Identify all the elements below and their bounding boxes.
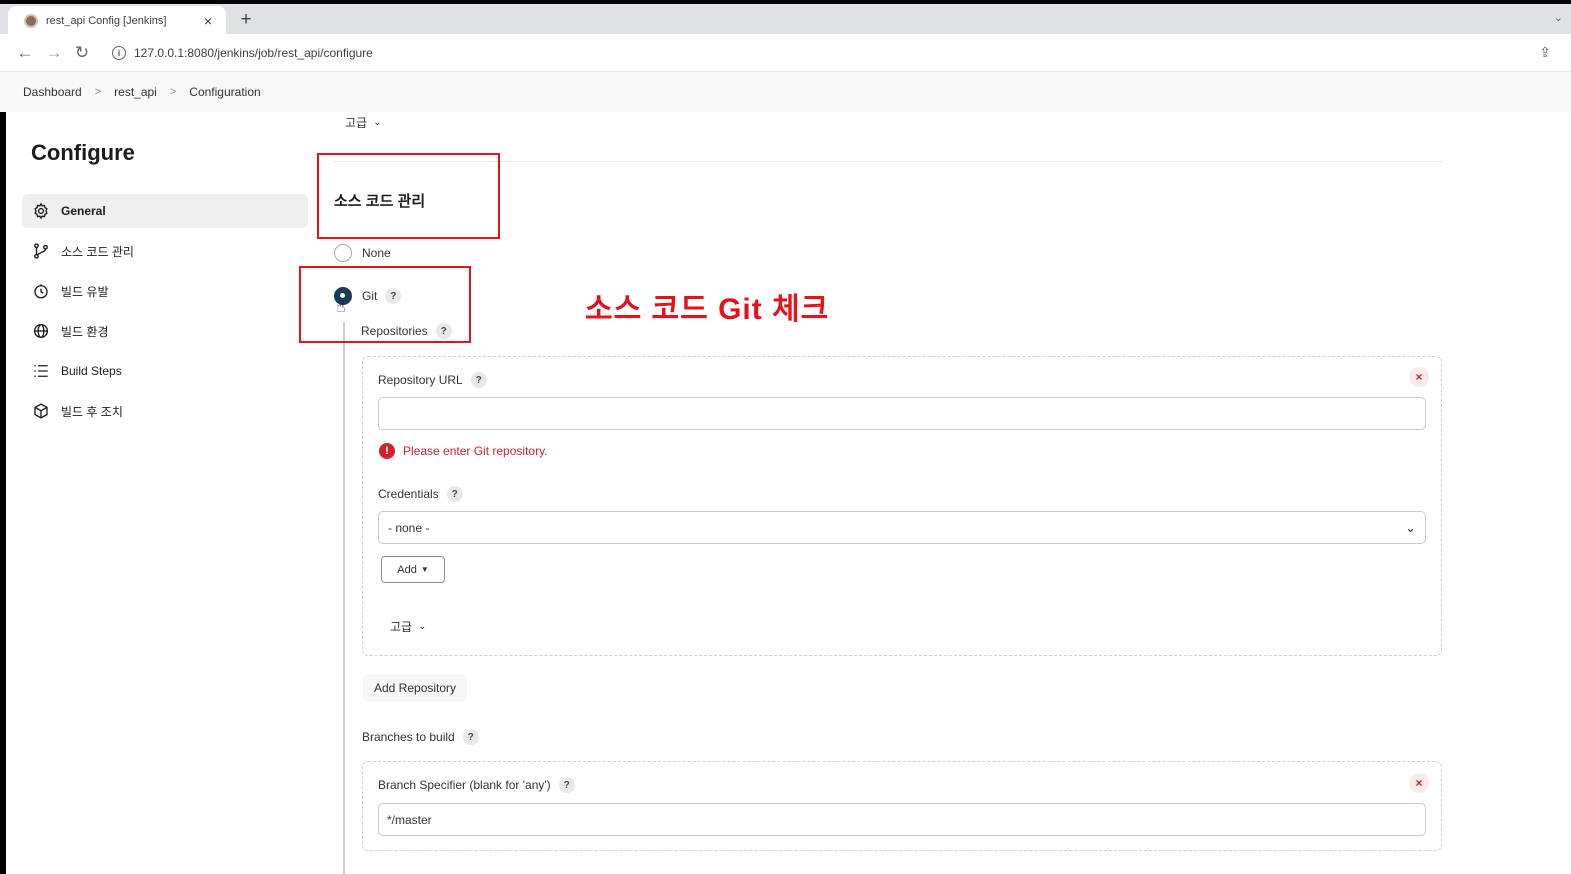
annotation-text: 소스 코드 Git 체크 [585, 293, 830, 326]
address-bar: ← → ↻ i 127.0.0.1:8080/jenkins/job/rest_… [0, 34, 1571, 72]
globe-icon [32, 322, 50, 340]
page-title: Configure [31, 140, 135, 165]
breadcrumb-job[interactable]: rest_api [114, 85, 157, 99]
advanced-label: 고급 [345, 116, 368, 130]
sidebar-item-scm[interactable]: 소스 코드 관리 [22, 234, 308, 268]
branch-specifier-label-text: Branch Specifier (blank for 'any') [378, 778, 551, 792]
breadcrumb-configuration[interactable]: Configuration [189, 85, 260, 99]
package-icon [32, 402, 50, 420]
config-sidebar: General 소스 코드 관리 빌드 유발 빌드 환경 Build Steps… [22, 194, 308, 434]
annotation-box-git-option [299, 266, 471, 343]
chevron-down-icon: ⌄ [373, 117, 382, 128]
branch-icon [32, 242, 50, 260]
credentials-selected-value: - none - [388, 520, 430, 535]
branch-specifier-input[interactable]: */master [378, 803, 1426, 836]
radio-none[interactable] [334, 244, 352, 262]
repo-url-label: Repository URL ? [378, 372, 487, 388]
error-icon: ! [379, 443, 395, 459]
gear-icon [32, 202, 50, 220]
sidebar-item-build-steps[interactable]: Build Steps [22, 354, 308, 388]
url-text[interactable]: 127.0.0.1:8080/jenkins/job/rest_api/conf… [134, 46, 373, 60]
tab-list-icon[interactable]: ⌄ [1554, 11, 1563, 24]
tab-close-icon[interactable]: × [200, 13, 216, 29]
add-credentials-button[interactable]: Add ▼ [381, 556, 445, 583]
timer-icon [32, 282, 50, 300]
advanced-toggle-general[interactable]: 고급 ⌄ [335, 110, 391, 135]
chevron-down-icon: ⌄ [1405, 519, 1416, 535]
sidebar-item-label: 빌드 유발 [61, 284, 109, 299]
repo-url-help-icon[interactable]: ? [470, 372, 487, 388]
remove-repository-icon[interactable]: × [1409, 367, 1429, 387]
list-icon [32, 362, 50, 380]
forward-icon[interactable]: → [44, 43, 64, 63]
sidebar-item-environment[interactable]: 빌드 환경 [22, 314, 308, 348]
chevron-down-icon: ⌄ [418, 621, 427, 632]
jenkins-favicon-icon [24, 14, 38, 28]
radio-none-label: None [362, 246, 391, 260]
browser-tab-bar: rest_api Config [Jenkins] × + ⌄ [0, 0, 1571, 36]
breadcrumb-chevron-icon: > [94, 86, 102, 98]
sidebar-item-general[interactable]: General [22, 194, 308, 228]
breadcrumb-chevron-icon: > [169, 86, 177, 98]
browser-tab[interactable]: rest_api Config [Jenkins] × [8, 6, 226, 36]
repo-url-input[interactable] [378, 397, 1426, 430]
credentials-label: Credentials ? [378, 486, 463, 502]
url-field[interactable]: i 127.0.0.1:8080/jenkins/job/rest_api/co… [103, 40, 1543, 66]
git-section-guide-line [343, 322, 345, 874]
site-info-icon[interactable]: i [112, 46, 126, 60]
repo-url-error: ! Please enter Git repository. [379, 443, 548, 459]
advanced-toggle-repository[interactable]: 고급 ⌄ [380, 614, 436, 639]
sidebar-item-label: 빌드 후 조치 [61, 404, 123, 419]
sidebar-item-label: 빌드 환경 [61, 324, 109, 339]
credentials-help-icon[interactable]: ? [446, 486, 463, 502]
repo-url-error-text: Please enter Git repository. [403, 444, 548, 458]
sidebar-item-triggers[interactable]: 빌드 유발 [22, 274, 308, 308]
sidebar-item-label: General [61, 204, 106, 218]
sidebar-item-label: 소스 코드 관리 [61, 244, 134, 259]
branches-help-icon[interactable]: ? [462, 729, 479, 745]
sidebar-item-post-build[interactable]: 빌드 후 조치 [22, 394, 308, 428]
branches-label: Branches to build ? [362, 729, 479, 745]
credentials-select[interactable]: - none - ⌄ [378, 511, 1426, 544]
add-repository-button[interactable]: Add Repository [363, 674, 468, 702]
window-edge [0, 112, 6, 874]
branch-specifier-label: Branch Specifier (blank for 'any') ? [378, 777, 575, 793]
breadcrumb: Dashboard > rest_api > Configuration [0, 72, 1571, 112]
advanced-label: 고급 [390, 620, 413, 634]
remove-branch-icon[interactable]: × [1409, 773, 1429, 793]
back-icon[interactable]: ← [15, 43, 35, 63]
share-icon[interactable]: ⇪ [1539, 44, 1551, 61]
new-tab-icon[interactable]: + [236, 9, 256, 31]
tab-title: rest_api Config [Jenkins] [46, 15, 167, 27]
branches-label-text: Branches to build [362, 730, 455, 744]
sidebar-item-label: Build Steps [61, 364, 122, 378]
annotation-box-scm-title [317, 153, 500, 239]
repo-url-label-text: Repository URL [378, 373, 463, 387]
branch-specifier-help-icon[interactable]: ? [558, 777, 575, 793]
caret-down-icon: ▼ [420, 565, 429, 574]
add-credentials-label: Add [397, 563, 417, 576]
reload-icon[interactable]: ↻ [72, 43, 92, 63]
scm-option-none[interactable]: None [334, 244, 391, 262]
breadcrumb-dashboard[interactable]: Dashboard [23, 85, 82, 99]
credentials-label-text: Credentials [378, 487, 439, 501]
